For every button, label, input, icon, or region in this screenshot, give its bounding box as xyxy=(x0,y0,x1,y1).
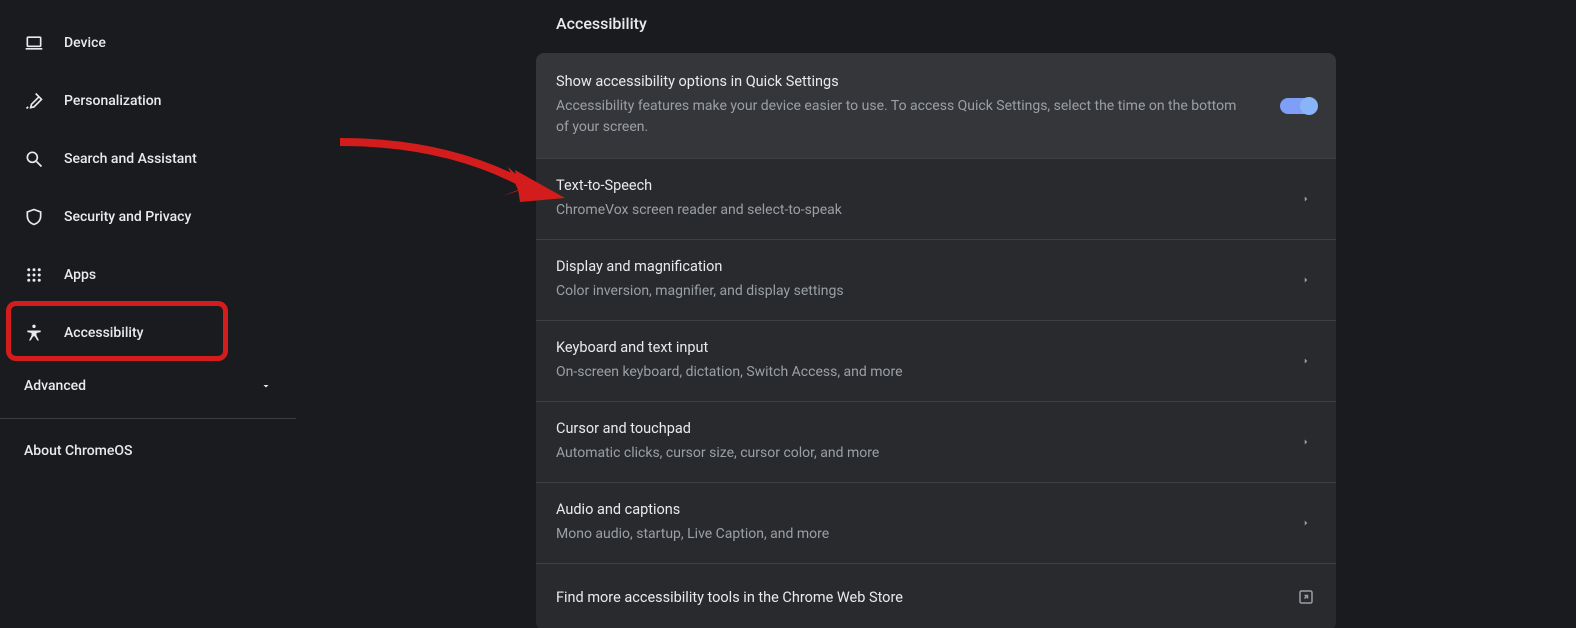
sidebar-item-label: Search and Assistant xyxy=(64,151,197,167)
row-text-to-speech[interactable]: Text-to-Speech ChromeVox screen reader a… xyxy=(536,159,1336,240)
row-title: Text-to-Speech xyxy=(556,177,1256,194)
row-cursor-touchpad[interactable]: Cursor and touchpad Automatic clicks, cu… xyxy=(536,402,1336,483)
sidebar-item-label: Apps xyxy=(64,267,96,283)
row-subtitle: On-screen keyboard, dictation, Switch Ac… xyxy=(556,362,1256,383)
settings-card: Show accessibility options in Quick Sett… xyxy=(536,53,1336,628)
sidebar-item-personalization[interactable]: Personalization xyxy=(0,77,296,125)
page-title: Accessibility xyxy=(536,14,1336,33)
main-content: Accessibility Show accessibility options… xyxy=(296,0,1576,628)
sidebar-item-label: Security and Privacy xyxy=(64,209,191,225)
sidebar-item-label: Accessibility xyxy=(64,325,143,341)
sidebar-item-device[interactable]: Device xyxy=(0,19,296,67)
search-icon xyxy=(24,149,44,169)
row-title: Cursor and touchpad xyxy=(556,420,1256,437)
row-webstore-link[interactable]: Find more accessibility tools in the Chr… xyxy=(536,564,1336,628)
row-subtitle: ChromeVox screen reader and select-to-sp… xyxy=(556,200,1256,221)
sidebar-advanced-label: Advanced xyxy=(24,378,86,394)
sidebar-item-label: Device xyxy=(64,35,106,51)
chevron-right-icon xyxy=(1296,513,1316,533)
row-audio-captions[interactable]: Audio and captions Mono audio, startup, … xyxy=(536,483,1336,564)
sidebar-separator xyxy=(0,418,296,419)
row-subtitle: Color inversion, magnifier, and display … xyxy=(556,281,1256,302)
row-quick-settings-toggle[interactable]: Show accessibility options in Quick Sett… xyxy=(536,53,1336,159)
brush-icon xyxy=(24,91,44,111)
row-subtitle: Automatic clicks, cursor size, cursor co… xyxy=(556,443,1256,464)
sidebar-item-label: Personalization xyxy=(64,93,161,109)
sidebar-item-apps[interactable]: Apps xyxy=(0,251,296,299)
chevron-right-icon xyxy=(1296,432,1316,452)
sidebar-item-accessibility[interactable]: Accessibility xyxy=(0,309,296,357)
accessibility-icon xyxy=(24,323,44,343)
row-title: Display and magnification xyxy=(556,258,1256,275)
row-subtitle: Accessibility features make your device … xyxy=(556,96,1240,138)
row-title: Audio and captions xyxy=(556,501,1256,518)
sidebar-about-chromeos[interactable]: About ChromeOS xyxy=(0,427,296,475)
sidebar-item-search-assistant[interactable]: Search and Assistant xyxy=(0,135,296,183)
sidebar: Device Personalization Search and Assist… xyxy=(0,0,296,628)
sidebar-item-security-privacy[interactable]: Security and Privacy xyxy=(0,193,296,241)
row-title: Show accessibility options in Quick Sett… xyxy=(556,73,1240,90)
row-subtitle: Mono audio, startup, Live Caption, and m… xyxy=(556,524,1256,545)
chevron-right-icon xyxy=(1296,351,1316,371)
row-title: Keyboard and text input xyxy=(556,339,1256,356)
toggle-knob xyxy=(1300,97,1318,115)
chevron-down-icon xyxy=(260,380,272,392)
row-display-magnification[interactable]: Display and magnification Color inversio… xyxy=(536,240,1336,321)
laptop-icon xyxy=(24,33,44,53)
shield-icon xyxy=(24,207,44,227)
apps-grid-icon xyxy=(24,265,44,285)
sidebar-advanced-toggle[interactable]: Advanced xyxy=(0,362,296,410)
row-keyboard-text-input[interactable]: Keyboard and text input On-screen keyboa… xyxy=(536,321,1336,402)
chevron-right-icon xyxy=(1296,189,1316,209)
chevron-right-icon xyxy=(1296,270,1316,290)
row-title: Find more accessibility tools in the Chr… xyxy=(556,589,1256,606)
sidebar-about-label: About ChromeOS xyxy=(24,443,132,459)
toggle-switch[interactable] xyxy=(1280,98,1316,114)
external-link-icon xyxy=(1296,587,1316,607)
